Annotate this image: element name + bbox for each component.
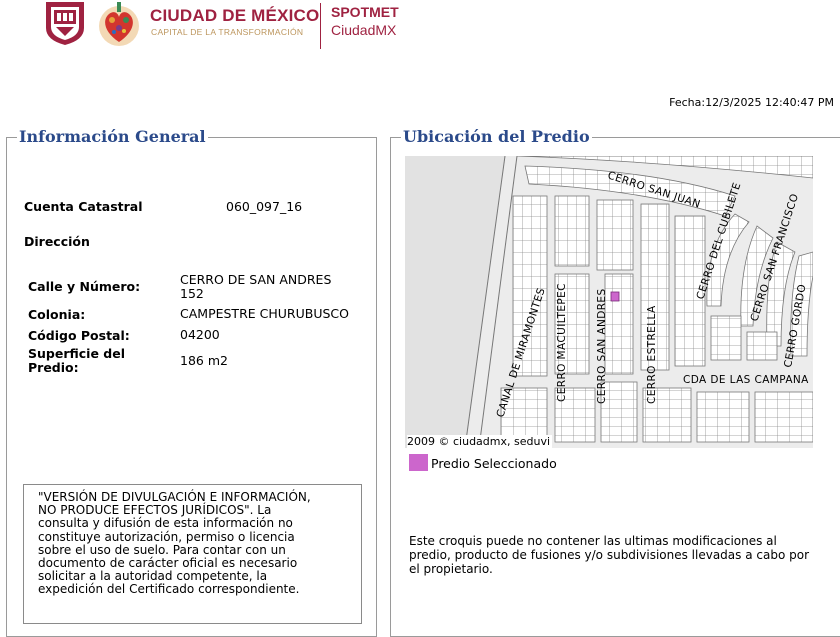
parcel-map[interactable]: CERRO SAN JUAN CANAL DE MIRAMONTES CERRO… bbox=[405, 156, 813, 448]
street-cerro-san-andres: CERRO SAN ANDRES bbox=[596, 288, 608, 404]
notice-line: expedición del Certificado correspondien… bbox=[38, 582, 300, 597]
calle-label: Calle y Número: bbox=[28, 279, 141, 294]
colonia-value: CAMPESTRE CHURUBUSCO bbox=[180, 306, 349, 321]
notice-line: consulta y difusión de esta información … bbox=[38, 516, 293, 531]
general-info-panel: Información General Cuenta Catastral 060… bbox=[6, 128, 377, 637]
date-stamp: Fecha:12/3/2025 12:40:47 PM bbox=[669, 96, 834, 109]
superficie-label-line1: Superficie del bbox=[28, 346, 125, 361]
selected-parcel-swatch bbox=[409, 454, 428, 471]
direccion-label: Dirección bbox=[24, 234, 90, 249]
app-subtitle: CiudadMX bbox=[331, 22, 397, 38]
street-cerro-estrella: CERRO ESTRELLA bbox=[646, 305, 658, 404]
org-title: CIUDAD DE MÉXICO bbox=[150, 6, 320, 25]
street-cda-campana: CDA DE LAS CAMPANA bbox=[683, 374, 809, 386]
selected-parcel[interactable] bbox=[610, 291, 620, 302]
heart-logo-icon bbox=[99, 2, 139, 46]
map-credit: 2009 © ciudadmx, seduvi bbox=[407, 435, 553, 448]
cp-value: 04200 bbox=[180, 327, 220, 342]
cuenta-value: 060_097_16 bbox=[226, 199, 303, 214]
notice-line: constituye autorización, permiso o licen… bbox=[38, 529, 295, 544]
app-title: SPOTMET bbox=[331, 4, 399, 20]
superficie-value: 186 m2 bbox=[180, 353, 228, 368]
cuenta-label: Cuenta Catastral bbox=[24, 199, 143, 214]
selected-parcel-label: Predio Seleccionado bbox=[431, 456, 557, 471]
header-divider bbox=[320, 3, 321, 49]
general-info-legend: Información General bbox=[17, 127, 208, 146]
calle-value-line1: CERRO DE SAN ANDRES bbox=[180, 272, 332, 287]
colonia-label: Colonia: bbox=[28, 307, 86, 322]
org-subtitle: CAPITAL DE LA TRANSFORMACIÓN bbox=[151, 27, 304, 37]
legal-notice: "VERSIÓN DE DIVULGACIÓN E INFORMACIÓN, N… bbox=[23, 484, 362, 624]
cp-label: Código Postal: bbox=[28, 328, 130, 343]
map-drawing: CERRO SAN JUAN CANAL DE MIRAMONTES CERRO… bbox=[405, 156, 813, 448]
street-cerro-macuiltepec: CERRO MACUILTEPEC bbox=[556, 283, 568, 402]
location-legend: Ubicación del Predio bbox=[401, 127, 592, 146]
superficie-label-line2: Predio: bbox=[28, 360, 79, 375]
location-panel: Ubicación del Predio CERRO SAN JUAN CANA… bbox=[390, 128, 840, 637]
map-disclaimer: Este croquis puede no contener las ultim… bbox=[409, 534, 810, 576]
page-header: CIUDAD DE MÉXICO CAPITAL DE LA TRANSFORM… bbox=[0, 0, 840, 60]
calle-value-line2: 152 bbox=[180, 286, 204, 301]
cdmx-crest-icon bbox=[46, 2, 84, 45]
